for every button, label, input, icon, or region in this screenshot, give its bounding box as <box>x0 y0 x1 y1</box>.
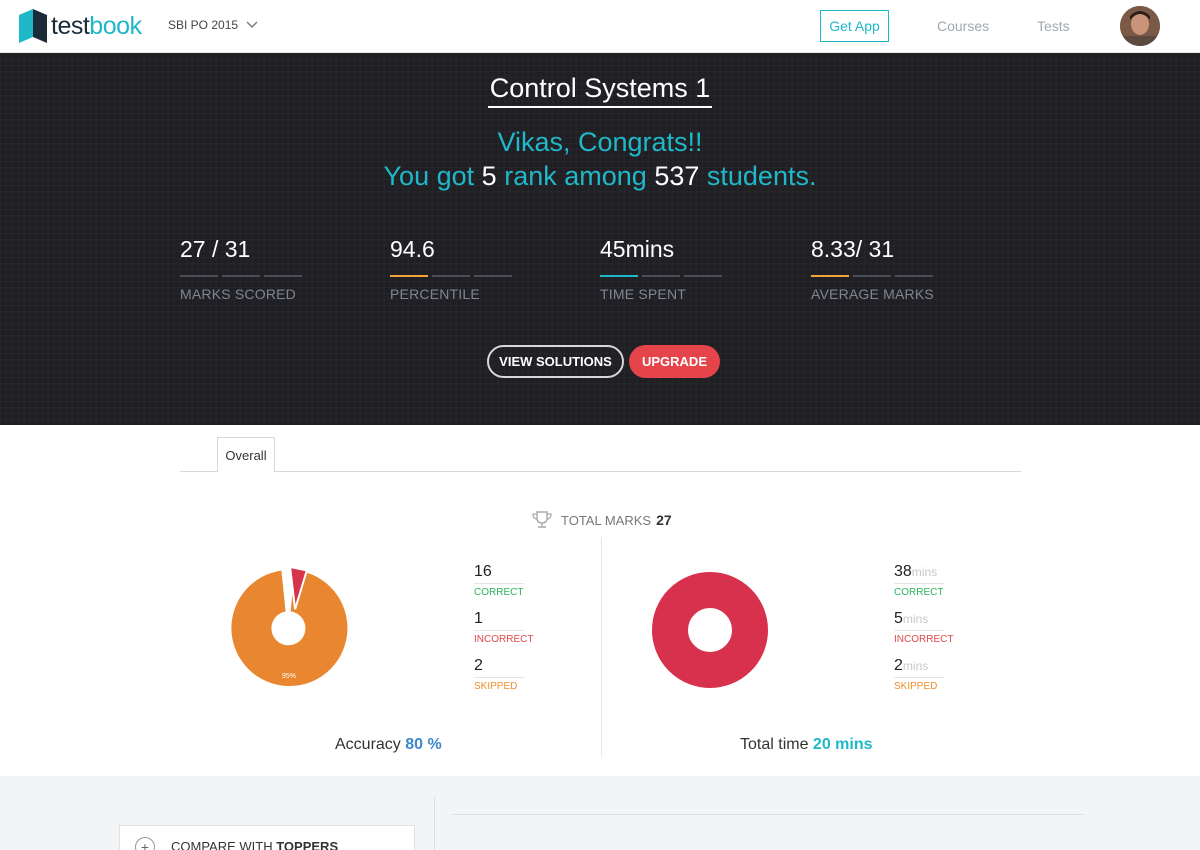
bottom-divider-vertical <box>434 797 435 850</box>
stat-bars <box>180 275 302 277</box>
stat-label: TIME SPENT <box>600 286 687 302</box>
tab-divider <box>180 471 1021 472</box>
time-legend-incorrect: 5mins INCORRECT <box>894 610 954 645</box>
stat-bars <box>811 275 934 277</box>
top-navbar: testbook SBI PO 2015 Get App Courses Tes… <box>0 0 1200 53</box>
rank-value: 5 <box>481 161 497 191</box>
stat-label: AVERAGE MARKS <box>811 286 934 302</box>
analysis-panel: Overall TOTAL MARKS 27 95% 16 CORRECT 1 … <box>0 425 1200 776</box>
stat-value: 94.6 <box>390 236 435 262</box>
stat-time-spent: 45mins TIME SPENT <box>600 236 722 302</box>
total-students: 537 <box>654 161 700 191</box>
rank-line: You got 5 rank among 537 students. <box>383 161 817 191</box>
stat-value: 27 / 31 <box>180 236 251 262</box>
stat-label: MARKS SCORED <box>180 286 296 302</box>
total-marks: TOTAL MARKS 27 <box>531 511 672 529</box>
congrats-message: Vikas, Congrats!! You got 5 rank among 5… <box>0 125 1200 193</box>
avatar[interactable] <box>1120 6 1160 46</box>
greeting: Vikas, Congrats!! <box>497 127 703 157</box>
stat-value: 8.33/ 31 <box>811 236 895 262</box>
total-marks-label: TOTAL MARKS <box>561 512 652 528</box>
donut-ring <box>652 572 768 688</box>
exam-selector[interactable]: SBI PO 2015 <box>168 18 258 32</box>
accuracy-caption: Accuracy 80 % <box>335 736 442 753</box>
tab-overall[interactable]: Overall <box>217 437 275 473</box>
stat-average-marks: 8.33/ 31 AVERAGE MARKS <box>811 236 934 302</box>
chevron-down-icon <box>246 21 258 28</box>
legend-correct: 16 CORRECT <box>474 563 524 598</box>
user-photo <box>1120 6 1160 46</box>
donut-slice-correct <box>231 570 348 687</box>
book-logo-icon <box>19 9 47 43</box>
time-donut-chart <box>652 572 768 688</box>
legend-incorrect: 1 INCORRECT <box>474 610 534 645</box>
logo-text: testbook <box>51 12 142 40</box>
stat-label: PERCENTILE <box>390 286 480 302</box>
trophy-icon <box>532 511 552 528</box>
upgrade-button[interactable]: UPGRADE <box>629 345 720 378</box>
result-hero: Control Systems 1 Vikas, Congrats!! You … <box>0 53 1200 425</box>
bottom-divider-horizontal <box>452 814 1084 815</box>
exam-selector-label: SBI PO 2015 <box>168 18 239 32</box>
accuracy-donut-chart: 95% <box>231 565 348 687</box>
compare-with-toppers-button[interactable]: + COMPARE WITH TOPPERS <box>119 825 415 850</box>
time-legend-skipped: 2mins SKIPPED <box>894 657 944 692</box>
compare-label: COMPARE WITH TOPPERS <box>171 839 339 850</box>
nav-tests[interactable]: Tests <box>1037 18 1070 34</box>
nav-courses[interactable]: Courses <box>937 18 989 34</box>
section-divider <box>601 537 602 757</box>
plus-icon: + <box>135 837 155 850</box>
test-title: Control Systems 1 <box>0 73 1200 108</box>
donut-percent-label: 95% <box>282 673 296 680</box>
total-time-value: 20 mins <box>812 736 873 753</box>
view-solutions-button[interactable]: VIEW SOLUTIONS <box>487 345 624 378</box>
testbook-logo[interactable]: testbook <box>17 9 142 43</box>
time-legend-correct: 38mins CORRECT <box>894 563 944 598</box>
stat-bars <box>390 275 512 277</box>
stat-value: 45mins <box>600 236 675 262</box>
stat-bars <box>600 275 722 277</box>
stat-marks-scored: 27 / 31 MARKS SCORED <box>180 236 302 302</box>
get-app-button[interactable]: Get App <box>820 10 889 42</box>
stat-percentile: 94.6 PERCENTILE <box>390 236 512 302</box>
total-time-caption: Total time 20 mins <box>740 736 873 753</box>
legend-skipped: 2 SKIPPED <box>474 657 524 692</box>
accuracy-value: 80 % <box>405 736 442 753</box>
total-marks-value: 27 <box>656 512 672 528</box>
